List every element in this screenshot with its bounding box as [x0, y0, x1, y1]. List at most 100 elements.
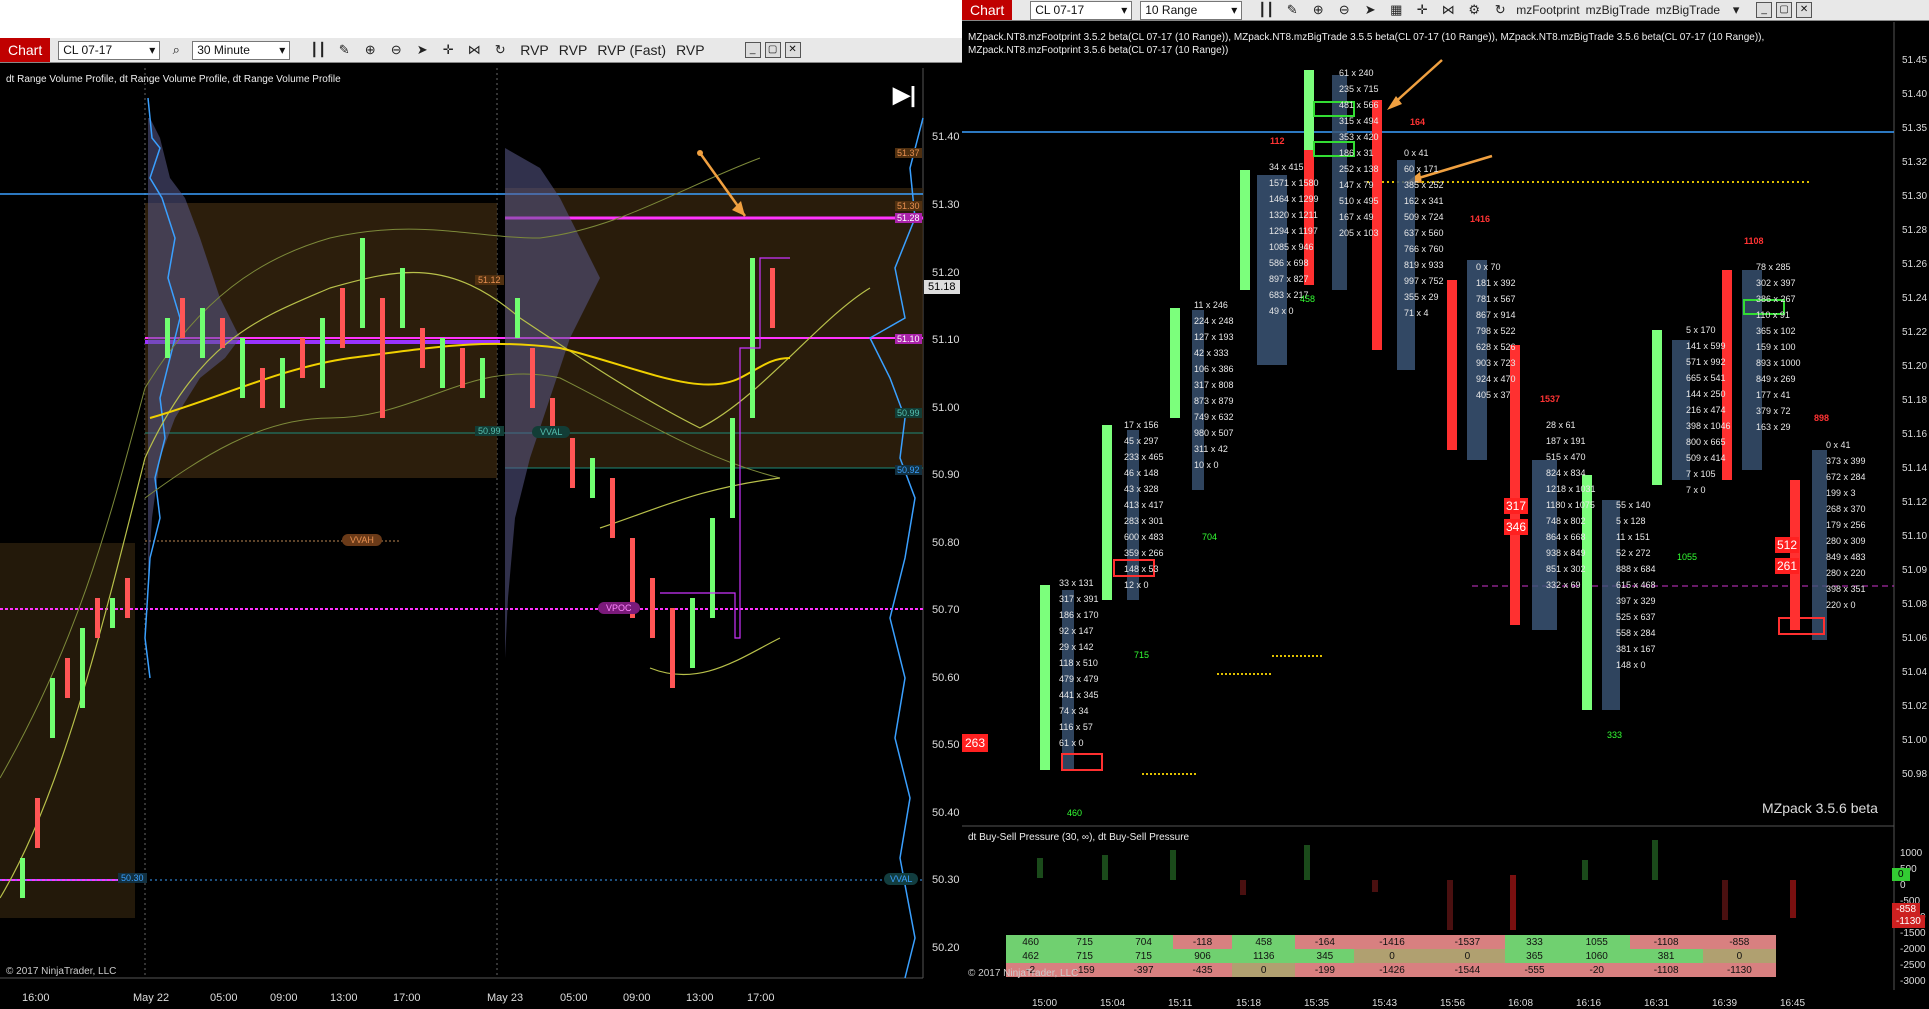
footprint-cell: 61 x 240 — [1339, 68, 1374, 78]
footprint-cell: 481 x 566 — [1339, 100, 1379, 110]
footprint-cell: 509 x 414 — [1686, 453, 1726, 463]
delta-cell: 906 — [1173, 949, 1233, 963]
footprint-cell: 317 x 391 — [1059, 594, 1099, 604]
sub-tick: -2500 — [1900, 960, 1926, 971]
delta-cell: 704 — [1114, 935, 1174, 949]
footprint-cell: 118 x 510 — [1059, 658, 1098, 668]
footprint-cell: 29 x 142 — [1059, 642, 1094, 652]
footprint-cell: 186 x 31 — [1339, 148, 1374, 158]
delta-cell: -164 — [1295, 935, 1355, 949]
footprint-cell: 17 x 156 — [1124, 420, 1159, 430]
price-tick: 51.26 — [1902, 259, 1928, 270]
delta-cell: -1108 — [1629, 935, 1703, 949]
footprint-cell: 1294 x 1197 — [1269, 226, 1318, 236]
big-trade-label: 512 — [1775, 537, 1800, 553]
footprint-cell: 386 x 267 — [1756, 294, 1796, 304]
footprint-cell: 749 x 632 — [1194, 412, 1234, 422]
footprint-cell: 42 x 333 — [1194, 348, 1229, 358]
price-tick: 51.20 — [1902, 361, 1928, 372]
footprint-cell: 148 x 53 — [1124, 564, 1159, 574]
delta-label: 715 — [1134, 650, 1150, 660]
footprint-cell: 365 x 102 — [1756, 326, 1796, 336]
delta-cell: 0 — [1429, 949, 1506, 963]
footprint-cell: 867 x 914 — [1476, 310, 1516, 320]
time-tick: 16:08 — [1508, 998, 1534, 1009]
footprint-cell: 353 x 420 — [1339, 132, 1379, 142]
footprint-cell: 311 x 42 — [1194, 444, 1228, 454]
footprint-cell: 997 x 752 — [1404, 276, 1444, 286]
price-tick: 51.18 — [1902, 395, 1928, 406]
axis-tag-5130: 51.30 — [895, 201, 922, 211]
delta-label: 898 — [1814, 413, 1830, 423]
price-tick: 51.45 — [1902, 55, 1928, 66]
left-copyright: © 2017 NinjaTrader, LLC — [6, 966, 117, 977]
footprint-cell: 5 x 128 — [1616, 516, 1646, 526]
footprint-cell: 1180 x 1075 — [1546, 500, 1595, 510]
delta-cell: -118 — [1173, 935, 1233, 949]
delta-cell: -397 — [1114, 963, 1174, 977]
delta-cell: -435 — [1173, 963, 1233, 977]
footprint-cell: 600 x 483 — [1124, 532, 1164, 542]
time-tick: 15:43 — [1372, 998, 1398, 1009]
axis-tag-5128: 51.28 — [895, 213, 922, 223]
footprint-cell: 355 x 29 — [1404, 292, 1439, 302]
footprint-cell: 163 x 29 — [1756, 422, 1791, 432]
footprint-cell: 873 x 879 — [1194, 396, 1234, 406]
delta-cell: -1537 — [1429, 935, 1506, 949]
vval-marker-2: VVAL — [884, 873, 919, 885]
footprint-cell: 11 x 246 — [1194, 300, 1228, 310]
footprint-cell: 672 x 284 — [1826, 472, 1866, 482]
delta-label: 460 — [1067, 808, 1083, 818]
footprint-cell: 509 x 724 — [1404, 212, 1444, 222]
sub-panel-label: dt Buy-Sell Pressure (30, ∞), dt Buy-Sel… — [968, 832, 1190, 843]
footprint-cell: 7 x 0 — [1686, 485, 1706, 495]
delta-cell: -199 — [1295, 963, 1355, 977]
delta-cell: -1130 — [1702, 963, 1776, 977]
price-tick: 51.16 — [1902, 429, 1928, 440]
footprint-cell: 1218 x 1031 — [1546, 484, 1596, 494]
footprint-cell: 893 x 1000 — [1756, 358, 1801, 368]
footprint-cell: 187 x 191 — [1546, 436, 1586, 446]
axis-tag-5110: 51.10 — [895, 334, 922, 344]
delta-cell: 458 — [1232, 935, 1296, 949]
footprint-cell: 398 x 1046 — [1686, 421, 1731, 431]
footprint-cell: 413 x 417 — [1124, 500, 1164, 510]
delta-row-1: 460 715 704 -118 458 -164 -1416 -1537 333 1055 -11… — [1006, 935, 1776, 949]
current-price-tag: 51.18 — [924, 280, 960, 294]
footprint-cell: 43 x 328 — [1124, 484, 1159, 494]
sub-tick: 1000 — [1900, 848, 1923, 859]
footprint-cell: 315 x 494 — [1339, 116, 1379, 126]
delta-label: 1416 — [1470, 214, 1491, 224]
footprint-cell: 586 x 698 — [1269, 258, 1309, 268]
footprint-cell: 233 x 465 — [1124, 452, 1164, 462]
footprint-cell: 558 x 284 — [1616, 628, 1656, 638]
delta-cell: 715 — [1055, 935, 1115, 949]
time-tick: 16:45 — [1780, 998, 1806, 1009]
footprint-cell: 373 x 399 — [1826, 456, 1866, 466]
footprint-cell: 824 x 834 — [1546, 468, 1586, 478]
footprint-cell: 28 x 61 — [1546, 420, 1576, 430]
footprint-cell: 798 x 522 — [1476, 326, 1516, 336]
footprint-cell: 252 x 138 — [1339, 164, 1379, 174]
footprint-cell: 1320 x 1211 — [1269, 210, 1318, 220]
axis-tag-5099: 50.99 — [895, 408, 922, 418]
footprint-cell: 665 x 541 — [1686, 373, 1726, 383]
footprint-cell: 441 x 345 — [1059, 690, 1099, 700]
price-tick: 51.00 — [1902, 735, 1928, 746]
footprint-cell: 359 x 266 — [1124, 548, 1164, 558]
footprint-cell: 864 x 668 — [1546, 532, 1586, 542]
footprint-cell: 924 x 470 — [1476, 374, 1516, 384]
footprint-cell: 181 x 392 — [1476, 278, 1516, 288]
right-chart-window: Chart CL 07-17 ▾ 10 Range ▾ ┃┃ ✎ ⊕ ⊖ ➤ ▦ ✛… — [962, 0, 1929, 1009]
axis-tag-5092: 50.92 — [895, 465, 922, 475]
footprint-cell: 849 x 483 — [1826, 552, 1866, 562]
footprint-cell: 479 x 479 — [1059, 674, 1099, 684]
vval-marker: VVAL — [532, 426, 571, 438]
price-tick: 51.10 — [1902, 531, 1928, 542]
delta-table: 460 715 704 -118 458 -164 -1416 -1537 333 1055 -11… — [1006, 935, 1776, 977]
footprint-cell: 144 x 250 — [1686, 389, 1726, 399]
delta-label: 112 — [1270, 136, 1285, 146]
footprint-cell: 177 x 41 — [1756, 390, 1791, 400]
footprint-cell: 0 x 41 — [1404, 148, 1429, 158]
time-tick: 15:18 — [1236, 998, 1262, 1009]
